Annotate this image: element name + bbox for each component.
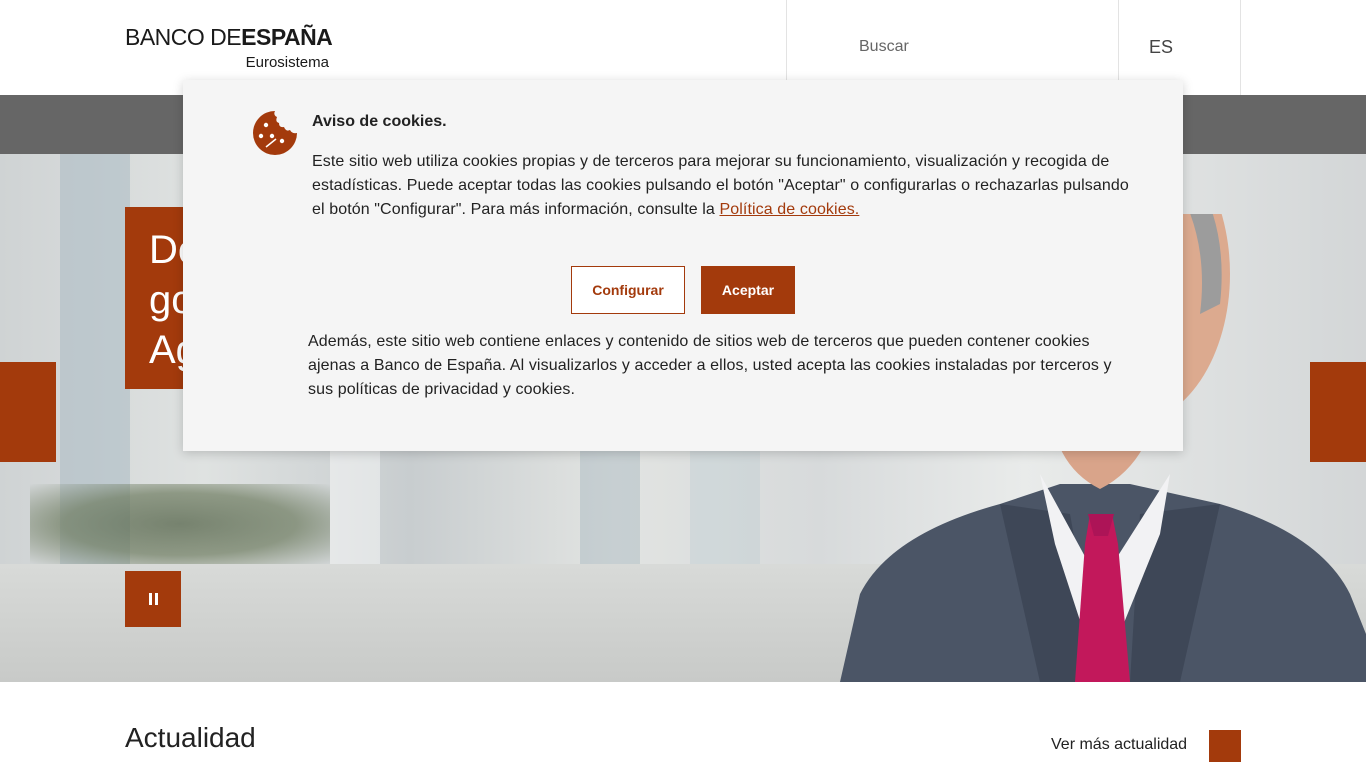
- cookie-notice-text: Este sitio web utiliza cookies propias y…: [312, 150, 1132, 222]
- cookie-notice-title: Aviso de cookies.: [312, 113, 447, 130]
- logo-subtitle: Eurosistema: [245, 54, 329, 71]
- more-news-button[interactable]: [1209, 730, 1241, 762]
- logo-part-2: ESPAÑA: [241, 24, 333, 50]
- cookie-notice-dialog: Aviso de cookies. Este sitio web utiliza…: [183, 80, 1183, 451]
- more-news-link[interactable]: Ver más actualidad: [1051, 736, 1187, 754]
- cookie-policy-link[interactable]: Política de cookies.: [719, 201, 859, 218]
- banco-de-espana-logo[interactable]: BANCO DEESPAÑA Eurosistema: [125, 24, 335, 74]
- news-heading: Actualidad: [125, 722, 256, 753]
- configure-cookies-button[interactable]: Configurar: [571, 266, 685, 314]
- cookie-icon: [253, 111, 297, 155]
- pause-icon: [149, 593, 152, 605]
- search-input[interactable]: [859, 36, 1099, 58]
- background-hedge: [30, 484, 330, 564]
- pause-icon: [155, 593, 158, 605]
- third-party-cookies-text: Además, este sitio web contiene enlaces …: [308, 333, 1112, 398]
- carousel-pause-button[interactable]: [125, 571, 181, 627]
- language-label: ES: [1149, 37, 1174, 57]
- accept-cookies-button[interactable]: Aceptar: [701, 266, 795, 314]
- logo-part-1: BANCO DE: [125, 24, 242, 50]
- carousel-prev-button[interactable]: [0, 362, 56, 462]
- carousel-next-button[interactable]: [1310, 362, 1366, 462]
- logo-wordmark: BANCO DEESPAÑA: [125, 24, 335, 50]
